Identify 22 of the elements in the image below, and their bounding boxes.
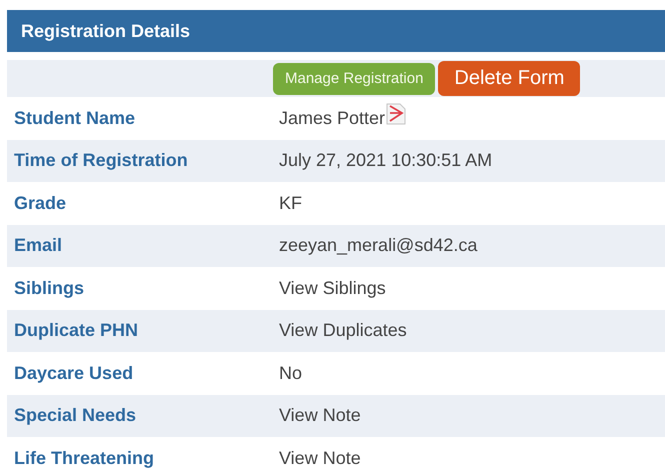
field-label: Email (14, 235, 62, 256)
field-value: KF (279, 192, 302, 214)
field-value: No (279, 362, 302, 384)
field-label: Special Needs (14, 405, 136, 426)
delete-button[interactable]: Delete Form (438, 61, 580, 96)
panel-title: Registration Details (21, 20, 190, 42)
field-value: James Potter (279, 108, 386, 129)
manage-button[interactable]: Manage Registration (273, 62, 436, 94)
field-value: zeeyan_merali@sd42.ca (279, 235, 478, 256)
field-label: Grade (14, 192, 66, 213)
field-value: View Note (279, 405, 361, 426)
field-label: Time of Registration (14, 150, 188, 170)
field-label: Siblings (14, 278, 84, 298)
field-value: July 27, 2021 10:30:51 AM (279, 150, 492, 172)
field-label: Daycare Used (14, 362, 134, 383)
field-label: Student Name (14, 108, 136, 128)
field-label: Duplicate PHN (14, 320, 138, 340)
field-value: View Duplicates (279, 320, 407, 342)
field-value: View Siblings (279, 278, 386, 299)
field-label: Life Threatening (14, 448, 154, 468)
pdf-icon[interactable] (386, 103, 406, 126)
field-value: View Note (279, 448, 361, 469)
